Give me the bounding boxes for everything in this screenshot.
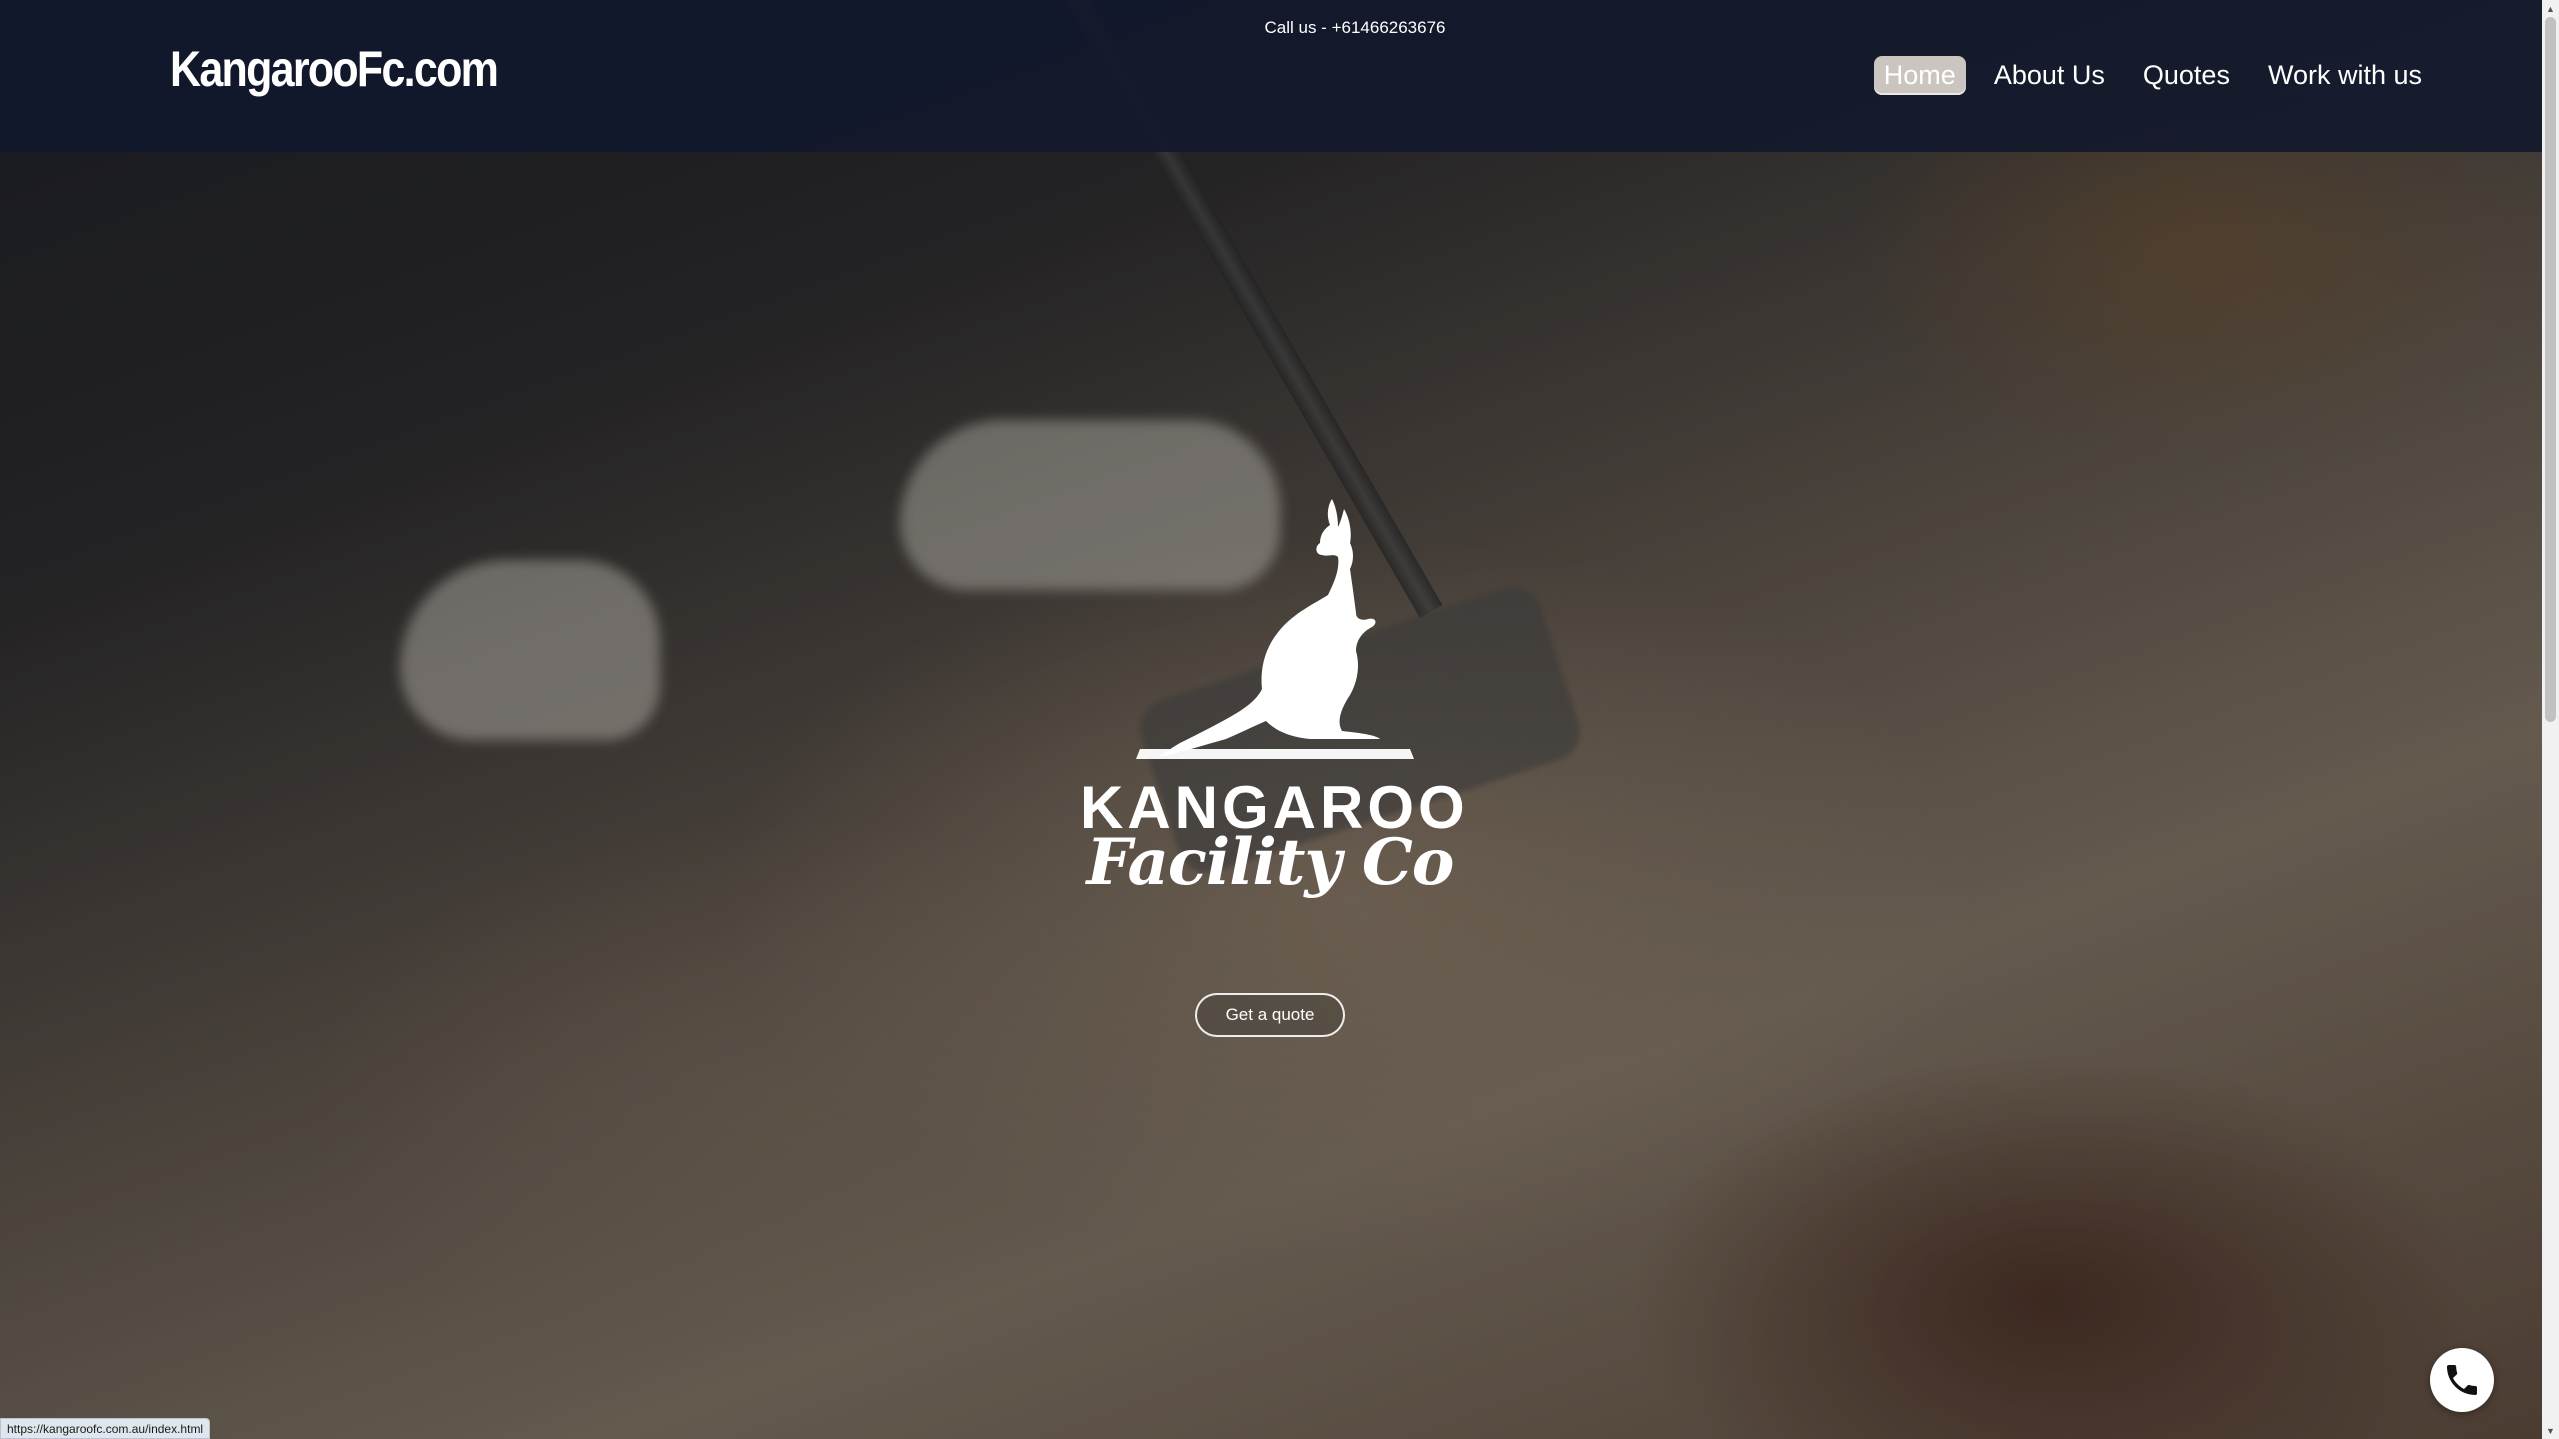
kangaroo-icon [1136,499,1414,759]
nav-item-home[interactable]: Home [1873,56,1966,95]
status-bar-url: https://kangaroofc.com.au/index.html [0,1418,211,1439]
get-a-quote-button[interactable]: Get a quote [1195,993,1345,1037]
logo-script-text: Facility Co [1086,825,1455,900]
brand-logo-text[interactable]: KangarooFc.com [170,40,499,98]
call-us-text[interactable]: Call us - +61466263676 [1200,18,1510,38]
hero-logo: KANGAROO Facility Co [1080,495,1465,915]
site-header: KangarooFc.com Call us - +61466263676 Ho… [0,0,2542,152]
nav-item-quotes[interactable]: Quotes [2133,56,2240,95]
phone-icon [2447,1365,2477,1395]
nav-item-about-us[interactable]: About Us [1984,56,2115,95]
vertical-scrollbar[interactable]: ▲ ▼ [2542,0,2559,1439]
scroll-thumb[interactable] [2545,17,2556,722]
nav-item-work-with-us[interactable]: Work with us [2258,56,2432,95]
call-button[interactable] [2430,1348,2494,1412]
scroll-up-arrow-icon[interactable]: ▲ [2542,0,2559,17]
scroll-down-arrow-icon[interactable]: ▼ [2542,1422,2559,1439]
page: KangarooFc.com Call us - +61466263676 Ho… [0,0,2559,1439]
main-nav: Home About Us Quotes Work with us [1873,56,2432,95]
